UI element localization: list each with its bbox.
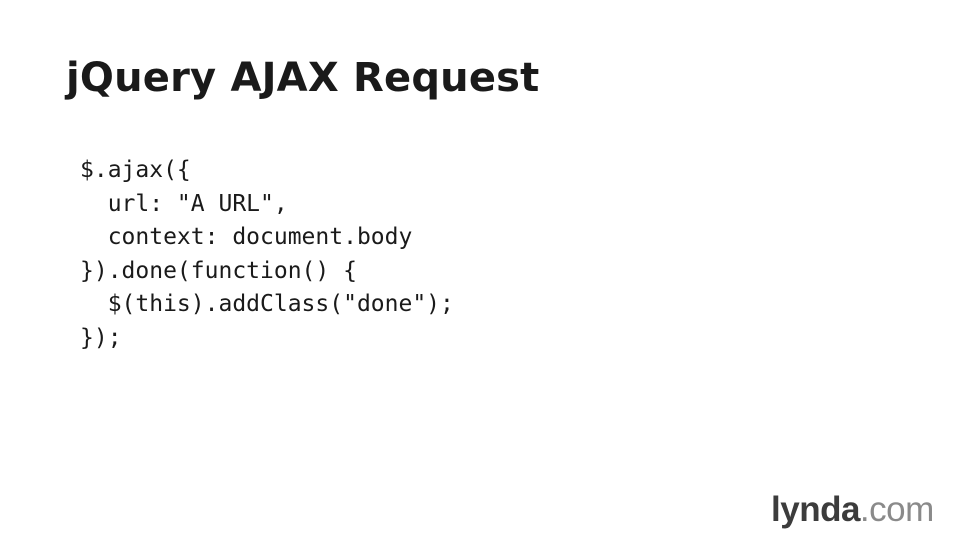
- brand-logo: lynda.com: [771, 488, 934, 532]
- brand-name: lynda: [771, 490, 860, 529]
- code-line: }).done(function() {: [80, 257, 357, 284]
- slide-title: jQuery AJAX Request: [66, 55, 540, 101]
- code-block: $.ajax({ url: "A URL", context: document…: [80, 154, 454, 356]
- code-line: context: document.body: [80, 224, 413, 251]
- code-line: $.ajax({: [80, 157, 191, 183]
- code-line: $(this).addClass("done");: [80, 291, 454, 318]
- brand-tld: .com: [859, 490, 934, 529]
- code-line: });: [80, 324, 122, 351]
- code-line: url: "A URL",: [80, 190, 288, 217]
- slide: jQuery AJAX Request $.ajax({ url: "A URL…: [0, 0, 960, 540]
